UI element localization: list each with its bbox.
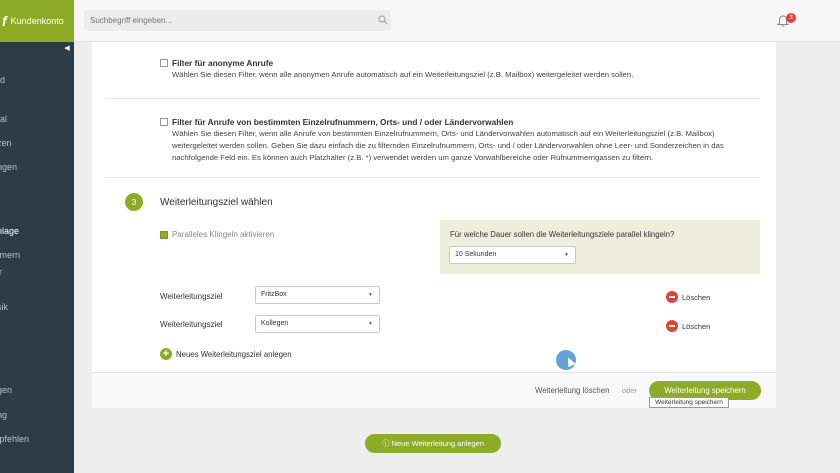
- minus-circle-icon: [666, 291, 678, 303]
- parallel-ring-label: Paralleles Klingeln aktivieren: [172, 230, 275, 239]
- delete-target-1-label: Löschen: [682, 292, 711, 302]
- filter-anonymous-desc: Wählen Sie diesen Filter, wenn alle anon…: [172, 70, 634, 79]
- sidebar-item-journal[interactable]: rnal: [0, 114, 74, 124]
- target-select-2-value: Kollegen: [261, 320, 289, 327]
- sidebar-item-dashboard[interactable]: ard: [0, 75, 74, 85]
- save-tooltip: Weiterleitung speichern: [649, 397, 729, 408]
- sidebar-item-rechnungen[interactable]: ungen: [0, 162, 74, 172]
- sidebar-item-telefonanlage[interactable]: anlage: [0, 226, 74, 236]
- topbar: 3: [74, 0, 840, 42]
- sidebar-item-e[interactable]: e: [0, 186, 74, 196]
- duration-question: Für welche Dauer sollen die Weiterleitun…: [450, 230, 675, 239]
- sidebar: f Kundenkonto ◀ ard rnal nzen ungen e an…: [0, 0, 74, 473]
- sidebar-item-e2[interactable]: e: [0, 354, 74, 364]
- sidebar-item-hilfe[interactable]: ung: [0, 410, 74, 420]
- sidebar-item-teilnehmer[interactable]: ler: [0, 267, 74, 277]
- sidebar-item-empfehlen[interactable]: mpfehlen: [0, 434, 74, 444]
- minus-circle-icon: [666, 320, 678, 332]
- search-input[interactable]: [84, 10, 391, 31]
- collapse-sidebar-icon[interactable]: ◀: [62, 44, 72, 54]
- add-target-label: Neues Weiterleitungsziel anlegen: [176, 349, 292, 359]
- delete-forward-link[interactable]: Weiterleitung löschen: [535, 386, 609, 395]
- target-select-1-value: FritzBox: [261, 291, 287, 298]
- brand[interactable]: f Kundenkonto: [0, 0, 74, 42]
- divider: [105, 177, 760, 178]
- chevron-down-icon: ▼: [368, 292, 373, 298]
- duration-select[interactable]: 10 Sekunden ▼: [449, 246, 576, 264]
- filter-numbers-checkbox[interactable]: [160, 118, 168, 126]
- divider: [105, 98, 760, 99]
- delete-target-1-button[interactable]: Löschen: [666, 291, 710, 303]
- brand-title: Kundenkonto: [10, 16, 64, 26]
- filter-anonymous-checkbox[interactable]: [160, 59, 168, 67]
- new-forward-button[interactable]: ⓘ Neue Weiterleitung anlegen: [365, 434, 501, 453]
- sidebar-item-einstellungen[interactable]: ngen: [0, 385, 74, 395]
- brand-logo: f: [2, 13, 7, 29]
- search-icon[interactable]: [378, 15, 388, 25]
- add-target-button[interactable]: + Neues Weiterleitungsziel anlegen: [160, 348, 292, 360]
- target-label-1: Weiterleitungsziel: [160, 292, 223, 301]
- notification-badge: 3: [786, 13, 796, 23]
- target-label-2: Weiterleitungsziel: [160, 320, 223, 329]
- delete-target-2-label: Löschen: [682, 321, 711, 331]
- plus-circle-icon: +: [160, 348, 172, 360]
- chevron-down-icon: ▼: [368, 321, 373, 327]
- step-title: Weiterleitungsziel wählen: [160, 197, 273, 208]
- delete-target-2-button[interactable]: Löschen: [666, 320, 710, 332]
- duration-select-value: 10 Sekunden: [455, 251, 497, 258]
- parallel-ring-checkbox[interactable]: [160, 231, 168, 239]
- chevron-down-icon: ▼: [564, 252, 569, 258]
- filter-numbers-desc: Wählen Sie diesen Filter, wenn alle Anru…: [172, 129, 724, 162]
- or-text: oder: [622, 386, 638, 395]
- step-number: 3: [125, 193, 143, 211]
- filter-anonymous-title: Filter für anonyme Anrufe: [172, 58, 274, 68]
- target-select-1[interactable]: FritzBox ▼: [255, 286, 380, 304]
- target-select-2[interactable]: Kollegen ▼: [255, 315, 380, 333]
- filter-numbers-title: Filter für Anrufe von bestimmten Einzelr…: [172, 117, 514, 127]
- sidebar-item-lizenzen[interactable]: nzen: [0, 138, 74, 148]
- sidebar-item-rufnummern[interactable]: mmern: [0, 250, 74, 260]
- sidebar-item-wartemusik[interactable]: usik: [0, 302, 74, 312]
- info-circle-icon: ⓘ: [381, 439, 390, 448]
- new-forward-label: Neue Weiterleitung anlegen: [391, 439, 485, 448]
